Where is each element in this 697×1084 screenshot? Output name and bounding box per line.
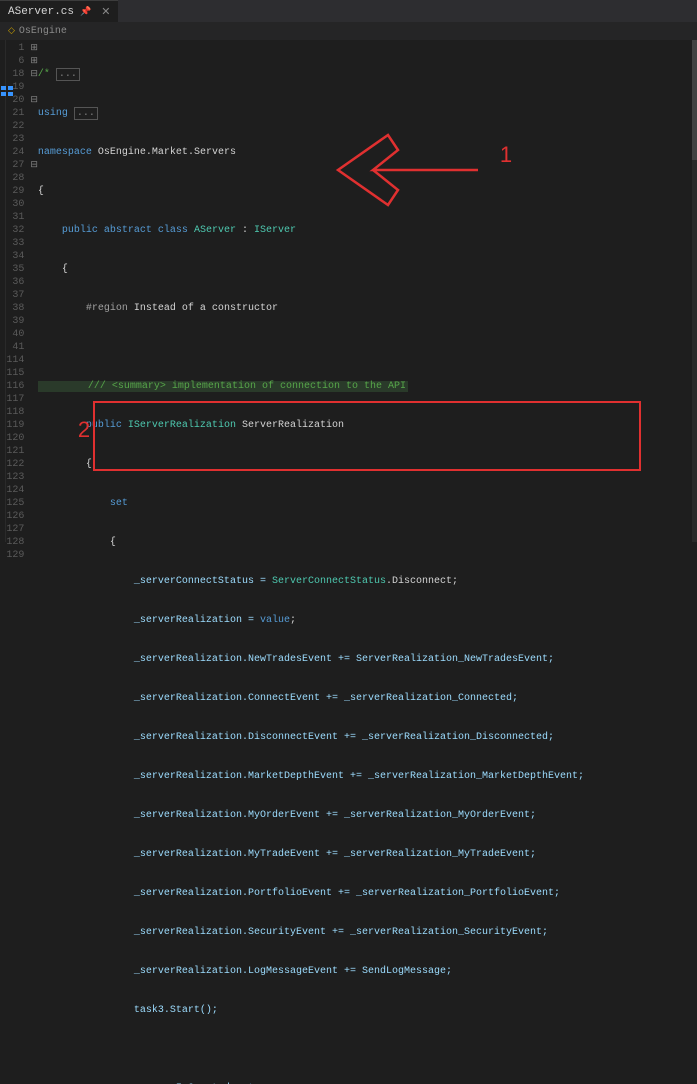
fold-column: ⊞ ⊞ ⊟ ⊟ ⊟	[30, 40, 38, 542]
fold-toggle[interactable]: ⊞	[30, 55, 38, 68]
line-number: 34	[6, 250, 24, 263]
line-number: 41	[6, 341, 24, 354]
line-number: 40	[6, 328, 24, 341]
tab-bar: AServer.cs 📌 ✕	[0, 0, 697, 22]
line-number: 124	[6, 484, 24, 497]
line-number: 122	[6, 458, 24, 471]
line-number: 35	[6, 263, 24, 276]
line-number: 28	[6, 172, 24, 185]
line-number: 37	[6, 289, 24, 302]
code-editor[interactable]: /* ... using ... namespace OsEngine.Mark…	[38, 40, 692, 542]
fold-toggle	[30, 133, 38, 146]
annotation-arrow-icon	[328, 115, 488, 215]
line-number: 1	[6, 42, 24, 55]
fold-toggle	[30, 276, 38, 289]
line-number: 24	[6, 146, 24, 159]
fold-toggle	[30, 263, 38, 276]
line-number: 115	[6, 367, 24, 380]
fold-toggle	[30, 523, 38, 536]
fold-toggle	[30, 393, 38, 406]
file-tab[interactable]: AServer.cs 📌 ✕	[0, 0, 118, 22]
line-number: 18	[6, 68, 24, 81]
namespace-icon: ◇	[8, 26, 15, 36]
indicator-margin	[0, 40, 6, 542]
breadcrumb-text: OsEngine	[19, 26, 67, 37]
fold-toggle[interactable]: ⊞	[30, 42, 38, 55]
line-number: 118	[6, 406, 24, 419]
line-number: 30	[6, 198, 24, 211]
line-number: 6	[6, 55, 24, 68]
editor-area: 1 6 18 19 20 21 22 23 24 27 28 29 30 31 …	[0, 40, 697, 542]
fold-toggle	[30, 341, 38, 354]
line-number: 32	[6, 224, 24, 237]
line-number: 120	[6, 432, 24, 445]
fold-toggle	[30, 120, 38, 133]
line-number: 27	[6, 159, 24, 172]
line-number: 126	[6, 510, 24, 523]
line-number: 116	[6, 380, 24, 393]
line-number: 129	[6, 549, 24, 562]
change-marker-icon	[1, 86, 13, 96]
fold-toggle	[30, 549, 38, 562]
line-number: 23	[6, 133, 24, 146]
fold-toggle	[30, 367, 38, 380]
line-number: 38	[6, 302, 24, 315]
line-number: 22	[6, 120, 24, 133]
fold-toggle	[30, 445, 38, 458]
fold-toggle	[30, 380, 38, 393]
fold-toggle	[30, 250, 38, 263]
line-number: 117	[6, 393, 24, 406]
fold-toggle	[30, 302, 38, 315]
line-number: 128	[6, 536, 24, 549]
line-number: 127	[6, 523, 24, 536]
fold-toggle	[30, 211, 38, 224]
line-number: 119	[6, 419, 24, 432]
fold-toggle	[30, 471, 38, 484]
fold-toggle	[30, 81, 38, 94]
fold-toggle	[30, 172, 38, 185]
line-number: 36	[6, 276, 24, 289]
file-tab-label: AServer.cs	[8, 6, 74, 18]
fold-toggle	[30, 315, 38, 328]
fold-toggle[interactable]: ⊟	[30, 68, 38, 81]
fold-toggle	[30, 198, 38, 211]
fold-toggle	[30, 224, 38, 237]
close-icon[interactable]: ✕	[101, 5, 110, 19]
fold-toggle	[30, 406, 38, 419]
line-number: 21	[6, 107, 24, 120]
fold-toggle	[30, 432, 38, 445]
fold-toggle	[30, 237, 38, 250]
line-number: 33	[6, 237, 24, 250]
fold-toggle	[30, 419, 38, 432]
line-number: 31	[6, 211, 24, 224]
breadcrumb[interactable]: ◇ OsEngine	[0, 22, 697, 40]
pin-icon[interactable]: 📌	[80, 7, 91, 17]
fold-toggle	[30, 289, 38, 302]
fold-toggle	[30, 536, 38, 549]
fold-toggle	[30, 328, 38, 341]
fold-toggle	[30, 185, 38, 198]
fold-toggle	[30, 497, 38, 510]
line-number: 125	[6, 497, 24, 510]
line-number-gutter: 1 6 18 19 20 21 22 23 24 27 28 29 30 31 …	[6, 40, 30, 542]
line-number: 29	[6, 185, 24, 198]
scrollbar-thumb[interactable]	[692, 40, 697, 160]
line-number: 39	[6, 315, 24, 328]
fold-toggle	[30, 146, 38, 159]
line-number: 123	[6, 471, 24, 484]
fold-toggle	[30, 354, 38, 367]
fold-toggle	[30, 484, 38, 497]
fold-toggle	[30, 510, 38, 523]
vertical-scrollbar[interactable]	[692, 40, 697, 542]
line-number: 121	[6, 445, 24, 458]
line-number: 114	[6, 354, 24, 367]
fold-toggle[interactable]: ⊟	[30, 159, 38, 172]
fold-toggle[interactable]: ⊟	[30, 94, 38, 107]
fold-toggle	[30, 107, 38, 120]
fold-toggle	[30, 458, 38, 471]
